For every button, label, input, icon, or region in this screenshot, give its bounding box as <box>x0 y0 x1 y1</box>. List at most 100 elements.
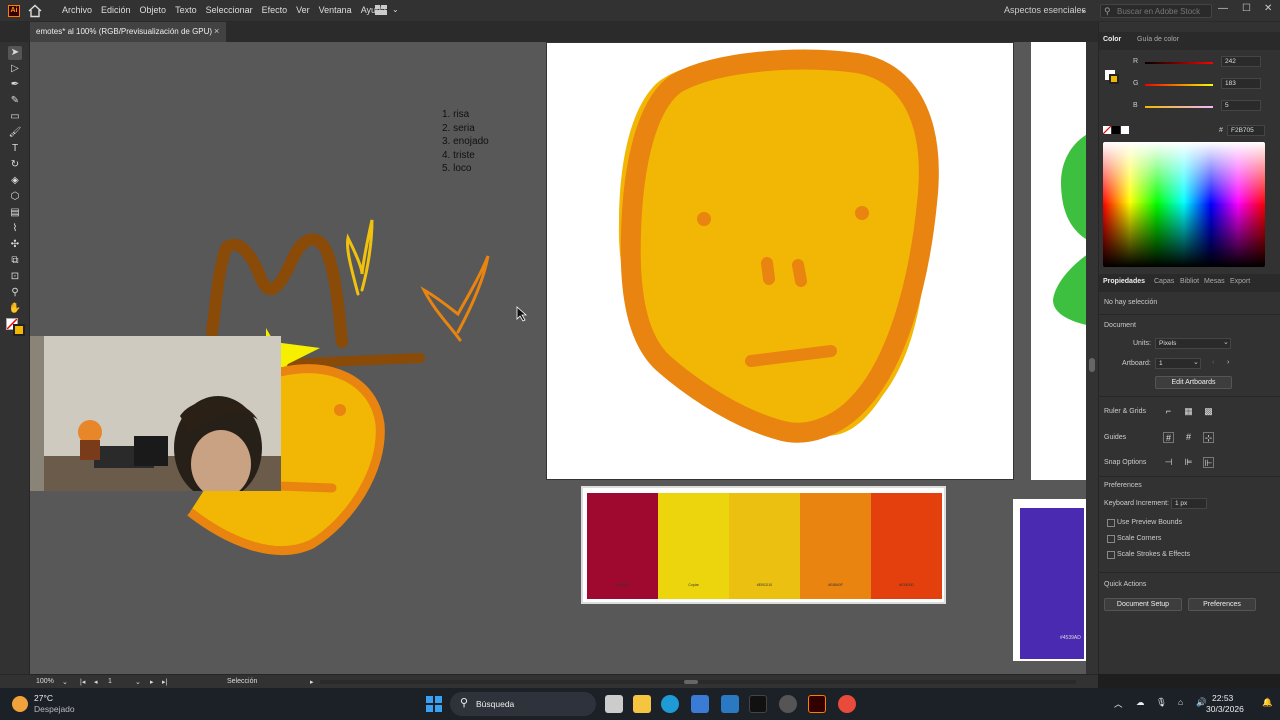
document-tab[interactable]: emotes* al 100% (RGB/Previsualización de… <box>30 22 226 42</box>
next-artboard-icon[interactable]: ▸ <box>150 678 154 686</box>
chevron-down-icon[interactable]: ⌄ <box>1223 338 1229 346</box>
file-explorer-icon[interactable] <box>633 695 651 713</box>
stroke-indicator[interactable] <box>1109 74 1119 84</box>
smart-guides-icon[interactable]: ⊹ <box>1203 432 1214 443</box>
stock-search-input[interactable]: ⚲ Buscar en Adobe Stock <box>1100 4 1212 18</box>
rotate-tool-icon[interactable]: ↻ <box>8 158 22 172</box>
tiktok-icon[interactable] <box>749 695 767 713</box>
eyedropper-tool-icon[interactable]: ⌇ <box>8 222 22 236</box>
preferences-button[interactable]: Preferences <box>1188 598 1256 611</box>
maximize-icon[interactable]: ☐ <box>1242 3 1251 14</box>
first-artboard-icon[interactable]: |◂ <box>80 678 85 686</box>
canvas-vertical-scrollbar[interactable] <box>1086 42 1098 674</box>
lock-guides-icon[interactable]: # <box>1183 432 1194 443</box>
channel-r-value[interactable]: 242 <box>1221 56 1261 67</box>
grid-icon[interactable]: ▦ <box>1183 406 1194 417</box>
weather-temp[interactable]: 27°C <box>34 693 53 703</box>
chrome-icon[interactable] <box>838 695 856 713</box>
paintbrush-tool-icon[interactable]: 🖌 <box>8 126 22 140</box>
edit-artboards-button[interactable]: Edit Artboards <box>1155 376 1232 389</box>
clock-date[interactable]: 30/3/2026 <box>1206 704 1244 714</box>
tab-mesas[interactable]: Mesas <box>1204 278 1225 285</box>
document-setup-button[interactable]: Document Setup <box>1104 598 1182 611</box>
chevron-up-icon[interactable]: ︿ <box>1114 698 1123 710</box>
chevron-down-icon[interactable]: ⌄ <box>1080 5 1087 14</box>
rectangle-tool-icon[interactable]: ▭ <box>8 110 22 124</box>
notification-bell-icon[interactable]: 🔔 <box>1262 697 1273 708</box>
gradient-tool-icon[interactable]: ▤ <box>8 206 22 220</box>
scale-corners-checkbox[interactable] <box>1107 535 1115 543</box>
ruler-icon[interactable]: ⌐ <box>1163 406 1174 417</box>
menu-objeto[interactable]: Objeto <box>140 5 167 15</box>
close-icon[interactable]: ✕ <box>1264 3 1272 14</box>
none-swatch[interactable] <box>1102 125 1112 135</box>
outlook-icon[interactable] <box>721 695 739 713</box>
next-artboard-icon[interactable]: › <box>1227 359 1229 366</box>
color-spectrum[interactable] <box>1103 142 1265 267</box>
tab-export[interactable]: Export <box>1230 278 1250 285</box>
store-icon[interactable] <box>691 695 709 713</box>
selection-tool-icon[interactable]: ➤ <box>8 46 22 60</box>
home-icon[interactable] <box>28 4 42 18</box>
snap-point-icon[interactable]: ⊣ <box>1163 457 1174 468</box>
previous-artboard-icon[interactable]: ◂ <box>94 678 98 686</box>
illustrator-taskbar-icon[interactable] <box>808 695 826 713</box>
close-icon[interactable]: × <box>214 26 219 36</box>
task-view-icon[interactable] <box>605 695 623 713</box>
stroke-swatch[interactable] <box>13 324 25 336</box>
microphone-icon[interactable]: 🎙 <box>1156 697 1167 708</box>
color-palette[interactable]: #A0092F Copiar #EBC010 #E8840F #E3400D <box>581 486 946 604</box>
zoom-tool-icon[interactable]: ⚲ <box>8 286 22 300</box>
transparency-grid-icon[interactable]: ▩ <box>1203 406 1214 417</box>
previous-artboard-icon[interactable]: ‹ <box>1212 359 1214 366</box>
minimize-icon[interactable]: — <box>1218 3 1228 14</box>
scrollbar-thumb[interactable] <box>684 680 698 684</box>
chevron-down-icon[interactable]: ⌄ <box>1193 358 1199 366</box>
artboard-number[interactable]: 1 <box>108 678 112 685</box>
artboard-tool-icon[interactable]: ⊡ <box>8 270 22 284</box>
hand-tool-icon[interactable]: ✋ <box>8 302 22 316</box>
horizontal-scrollbar[interactable] <box>320 680 1076 684</box>
menu-archivo[interactable]: Archivo <box>62 5 92 15</box>
menu-efecto[interactable]: Efecto <box>262 5 288 15</box>
network-icon[interactable]: ⌂ <box>1178 697 1183 707</box>
channel-r-slider[interactable] <box>1145 62 1213 64</box>
chevron-down-icon[interactable]: ⌄ <box>392 5 399 14</box>
workspace-switcher[interactable]: Aspectos esenciales <box>1004 5 1086 15</box>
edge-icon[interactable] <box>661 695 679 713</box>
swatch-1[interactable]: #A0092F <box>587 493 658 599</box>
tab-propiedades[interactable]: Propiedades <box>1103 278 1145 285</box>
tab-color-guide[interactable]: Guía de color <box>1137 36 1179 43</box>
weather-moon-icon[interactable] <box>12 696 28 712</box>
canvas-area[interactable]: 1. risa 2. seria 3. enojado 4. triste 5.… <box>30 42 1086 674</box>
shape-builder-tool-icon[interactable]: ⬡ <box>8 190 22 204</box>
eraser-tool-icon[interactable]: ◈ <box>8 174 22 188</box>
menu-ventana[interactable]: Ventana <box>319 5 352 15</box>
pen-tool-icon[interactable]: ✒ <box>8 78 22 92</box>
snap-pixel-icon[interactable]: ⊩ <box>1203 457 1214 468</box>
swatch-4[interactable]: #E8840F <box>800 493 871 599</box>
artboard-face[interactable] <box>546 42 1014 480</box>
swatch-5[interactable]: #E3400D <box>871 493 942 599</box>
tab-capas[interactable]: Capas <box>1154 278 1174 285</box>
status-menu-icon[interactable]: ▸ <box>310 678 314 686</box>
last-artboard-icon[interactable]: ▸| <box>162 678 167 686</box>
channel-g-slider[interactable] <box>1145 84 1213 86</box>
white-swatch[interactable] <box>1121 126 1129 134</box>
puppet-warp-tool-icon[interactable]: ✣ <box>8 238 22 252</box>
blend-tool-icon[interactable]: ⧉ <box>8 254 22 268</box>
hex-input[interactable]: F2B705 <box>1227 125 1265 136</box>
app-tray-icon[interactable]: ☁ <box>1136 697 1145 708</box>
channel-g-value[interactable]: 183 <box>1221 78 1261 89</box>
units-select[interactable]: Pixels <box>1155 338 1231 349</box>
black-swatch[interactable] <box>1112 126 1120 134</box>
channel-b-value[interactable]: 5 <box>1221 100 1261 111</box>
use-preview-bounds-checkbox[interactable] <box>1107 519 1115 527</box>
scrollbar-thumb[interactable] <box>1089 358 1095 372</box>
artboard-partial[interactable] <box>1031 42 1086 480</box>
swatch-3[interactable]: #EBC010 <box>729 493 800 599</box>
swatch-2[interactable]: Copiar <box>658 493 729 599</box>
menu-ver[interactable]: Ver <box>296 5 310 15</box>
clock-time[interactable]: 22:53 <box>1212 693 1233 703</box>
keyboard-increment-input[interactable]: 1 px <box>1171 498 1207 509</box>
